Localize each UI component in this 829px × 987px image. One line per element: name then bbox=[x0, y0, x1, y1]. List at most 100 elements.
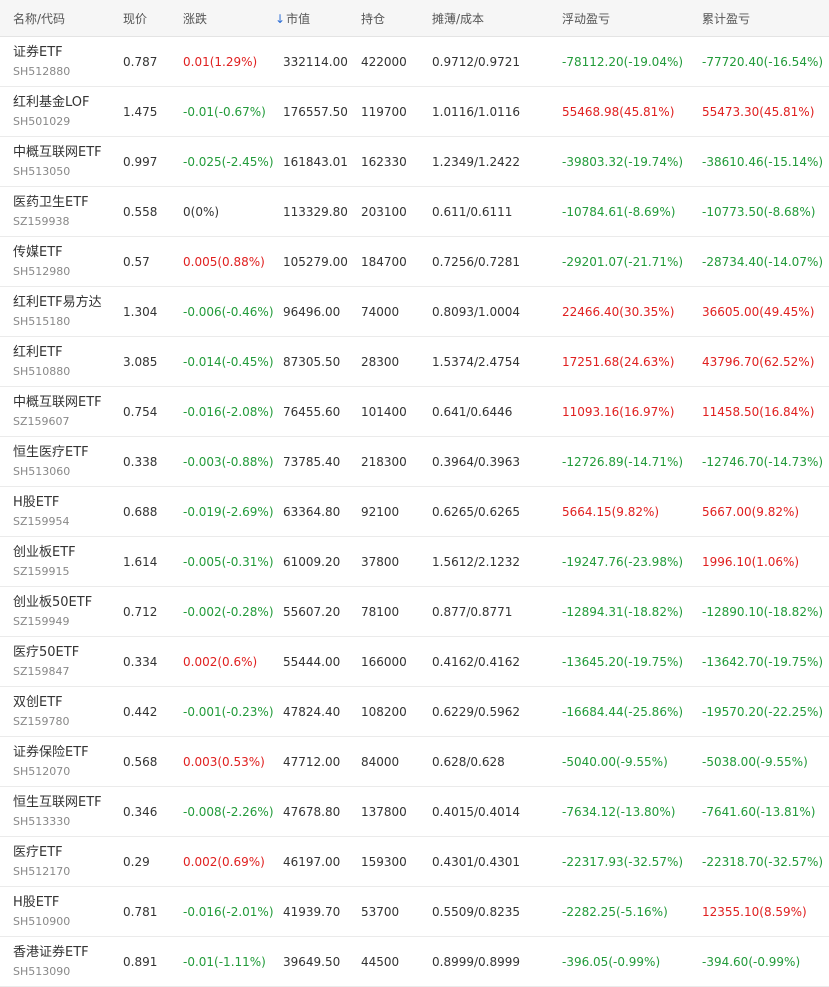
cell-name[interactable]: 红利ETF SH510880 bbox=[0, 336, 110, 387]
cell-name[interactable]: 医疗50ETF SZ159847 bbox=[0, 636, 110, 687]
fund-name[interactable]: 医疗ETF bbox=[13, 844, 110, 862]
fund-name[interactable]: 红利ETF易方达 bbox=[13, 294, 110, 312]
fund-name[interactable]: 中概互联网ETF bbox=[13, 144, 110, 162]
table-row[interactable]: 证券保险ETF SH512070 0.568 0.003(0.53%) 47712.00… bbox=[0, 736, 829, 787]
header-name[interactable]: 名称/代码 bbox=[0, 0, 110, 37]
cell-change: -0.014(-0.45%) bbox=[170, 336, 274, 387]
fund-name[interactable]: 证券ETF bbox=[13, 44, 110, 62]
header-price[interactable]: 现价 bbox=[110, 0, 170, 37]
cell-market-value: 61009.20 bbox=[270, 536, 348, 587]
table-row[interactable]: 红利ETF SH510880 3.085 -0.014(-0.45%) 87305.50… bbox=[0, 336, 829, 387]
cell-price: 0.754 bbox=[110, 386, 170, 437]
cell-name[interactable]: 中概互联网ETF SZ159607 bbox=[0, 386, 110, 437]
cell-market-value: 176557.50 bbox=[270, 86, 348, 137]
cell-market-value: 96496.00 bbox=[270, 286, 348, 337]
cell-position: 37800 bbox=[348, 536, 419, 587]
cell-float-pl: -78112.20(-19.04%) bbox=[549, 36, 689, 87]
cell-market-value: 55607.20 bbox=[270, 586, 348, 637]
cell-name[interactable]: 创业板ETF SZ159915 bbox=[0, 536, 110, 587]
cell-float-pl: 11093.16(16.97%) bbox=[549, 386, 689, 437]
cell-name[interactable]: 传媒ETF SH512980 bbox=[0, 236, 110, 287]
header-cost[interactable]: 摊薄/成本 bbox=[419, 0, 549, 37]
cell-price: 0.712 bbox=[110, 586, 170, 637]
fund-name[interactable]: 双创ETF bbox=[13, 694, 110, 712]
cell-cost: 0.877/0.8771 bbox=[419, 586, 549, 637]
cell-cost: 0.7256/0.7281 bbox=[419, 236, 549, 287]
cell-name[interactable]: 创业板50ETF SZ159949 bbox=[0, 586, 110, 637]
table-row[interactable]: 红利基金LOF SH501029 1.475 -0.01(-0.67%) 176557.… bbox=[0, 86, 829, 137]
table-row[interactable]: 创业板50ETF SZ159949 0.712 -0.002(-0.28%) 55607… bbox=[0, 586, 829, 637]
table-row[interactable]: 证券ETF SH512880 0.787 0.01(1.29%) 332114.00 42… bbox=[0, 36, 829, 87]
table-row[interactable]: 创业板ETF SZ159915 1.614 -0.005(-0.31%) 61009.2… bbox=[0, 536, 829, 587]
table-row[interactable]: 医疗ETF SH512170 0.29 0.002(0.69%) 46197.00 159… bbox=[0, 836, 829, 887]
cell-total-pl: -77720.40(-16.54%) bbox=[689, 36, 829, 87]
fund-name[interactable]: H股ETF bbox=[13, 494, 110, 512]
cell-name[interactable]: 医药卫生ETF SZ159938 bbox=[0, 186, 110, 237]
fund-code: SH513090 bbox=[13, 964, 71, 978]
table-row[interactable]: 双创ETF SZ159780 0.442 -0.001(-0.23%) 47824.40… bbox=[0, 686, 829, 737]
table-row[interactable]: 中概互联网ETF SZ159607 0.754 -0.016(-2.08%) 76455… bbox=[0, 386, 829, 437]
fund-name[interactable]: H股ETF bbox=[13, 894, 110, 912]
fund-name[interactable]: 红利ETF bbox=[13, 344, 110, 362]
cell-cost: 1.0116/1.0116 bbox=[419, 86, 549, 137]
header-market-value[interactable]: ↓市值 bbox=[270, 0, 348, 37]
table-row[interactable]: H股ETF SH510900 0.781 -0.016(-2.01%) 41939.70… bbox=[0, 886, 829, 937]
cell-float-pl: -7634.12(-13.80%) bbox=[549, 786, 689, 837]
fund-name[interactable]: 医药卫生ETF bbox=[13, 194, 110, 212]
cell-name[interactable]: 红利ETF易方达 SH515180 bbox=[0, 286, 110, 337]
fund-code: SH515180 bbox=[13, 314, 71, 328]
cell-position: 74000 bbox=[348, 286, 419, 337]
cell-name[interactable]: 双创ETF SZ159780 bbox=[0, 686, 110, 737]
fund-code: SH512070 bbox=[13, 764, 71, 778]
cell-name[interactable]: 恒生医疗ETF SH513060 bbox=[0, 436, 110, 487]
fund-code: SZ159915 bbox=[13, 564, 70, 578]
table-row[interactable]: 恒生医疗ETF SH513060 0.338 -0.003(-0.88%) 73785.… bbox=[0, 436, 829, 487]
fund-name[interactable]: 香港证券ETF bbox=[13, 944, 110, 962]
cell-name[interactable]: 红利基金LOF SH501029 bbox=[0, 86, 110, 137]
header-change[interactable]: 涨跌 bbox=[170, 0, 270, 37]
table-row[interactable]: 红利ETF易方达 SH515180 1.304 -0.006(-0.46%) 96496… bbox=[0, 286, 829, 337]
cell-total-pl: 43796.70(62.52%) bbox=[689, 336, 829, 387]
cell-market-value: 73785.40 bbox=[270, 436, 348, 487]
fund-name[interactable]: 医疗50ETF bbox=[13, 644, 110, 662]
fund-name[interactable]: 恒生互联网ETF bbox=[13, 794, 110, 812]
cell-price: 0.568 bbox=[110, 736, 170, 787]
cell-float-pl: 5664.15(9.82%) bbox=[549, 486, 689, 537]
cell-name[interactable]: 香港证券ETF SH513090 bbox=[0, 936, 110, 987]
header-float-pl[interactable]: 浮动盈亏 bbox=[549, 0, 689, 37]
table-row[interactable]: 香港证券ETF SH513090 0.891 -0.01(-1.11%) 39649.5… bbox=[0, 936, 829, 987]
table-row[interactable]: 中概互联网ETF SH513050 0.997 -0.025(-2.45%) 16184… bbox=[0, 136, 829, 187]
fund-name[interactable]: 红利基金LOF bbox=[13, 94, 110, 112]
fund-name[interactable]: 传媒ETF bbox=[13, 244, 110, 262]
cell-name[interactable]: H股ETF SH510900 bbox=[0, 886, 110, 937]
fund-name[interactable]: 证券保险ETF bbox=[13, 744, 110, 762]
fund-name[interactable]: 创业板ETF bbox=[13, 544, 110, 562]
table-row[interactable]: 传媒ETF SH512980 0.57 0.005(0.88%) 105279.00 18… bbox=[0, 236, 829, 287]
cell-name[interactable]: 医疗ETF SH512170 bbox=[0, 836, 110, 887]
cell-position: 53700 bbox=[348, 886, 419, 937]
table-row[interactable]: 恒生互联网ETF SH513330 0.346 -0.008(-2.26%) 47678… bbox=[0, 786, 829, 837]
cell-name[interactable]: 恒生互联网ETF SH513330 bbox=[0, 786, 110, 837]
table-row[interactable]: 医药卫生ETF SZ159938 0.558 0(0%) 113329.80 203100… bbox=[0, 186, 829, 237]
cell-position: 92100 bbox=[348, 486, 419, 537]
cell-price: 0.787 bbox=[110, 36, 170, 87]
table-row[interactable]: H股ETF SZ159954 0.688 -0.019(-2.69%) 63364.80… bbox=[0, 486, 829, 537]
fund-name[interactable]: 恒生医疗ETF bbox=[13, 444, 110, 462]
cell-market-value: 161843.01 bbox=[270, 136, 348, 187]
cell-change: 0.003(0.53%) bbox=[170, 736, 270, 787]
header-total-pl[interactable]: 累计盈亏 bbox=[689, 0, 829, 37]
cell-name[interactable]: 中概互联网ETF SH513050 bbox=[0, 136, 110, 187]
fund-name[interactable]: 中概互联网ETF bbox=[13, 394, 110, 412]
cell-market-value: 47678.80 bbox=[270, 786, 348, 837]
cell-price: 0.338 bbox=[110, 436, 170, 487]
fund-code: SH512980 bbox=[13, 264, 71, 278]
cell-name[interactable]: H股ETF SZ159954 bbox=[0, 486, 110, 537]
cell-name[interactable]: 证券保险ETF SH512070 bbox=[0, 736, 110, 787]
table-row[interactable]: 医疗50ETF SZ159847 0.334 0.002(0.6%) 55444.00 1… bbox=[0, 636, 829, 687]
cell-cost: 0.8093/1.0004 bbox=[419, 286, 549, 337]
cell-name[interactable]: 证券ETF SH512880 bbox=[0, 36, 110, 87]
fund-name[interactable]: 创业板50ETF bbox=[13, 594, 110, 612]
header-position[interactable]: 持仓 bbox=[348, 0, 419, 37]
cell-market-value: 39649.50 bbox=[270, 936, 348, 987]
cell-change: 0.01(1.29%) bbox=[170, 36, 270, 87]
